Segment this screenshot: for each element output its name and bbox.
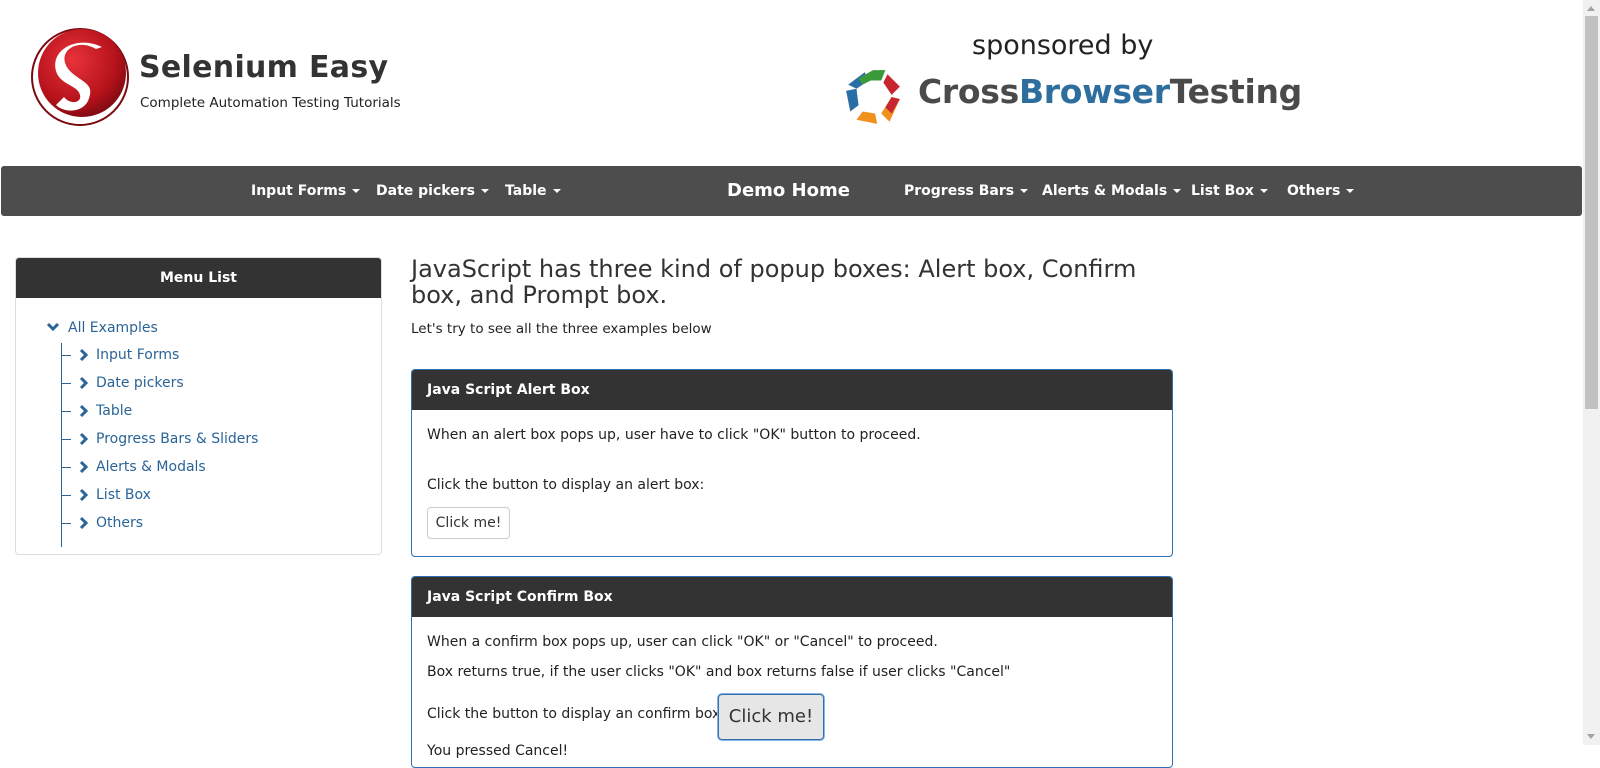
tree-connector <box>61 411 71 412</box>
tree-connector <box>61 343 62 547</box>
alert-instruction: Click the button to display an alert box… <box>427 477 705 493</box>
chevron-right-icon <box>79 488 89 502</box>
tree-item-label: Date pickers <box>96 375 184 391</box>
tree-connector <box>61 383 71 384</box>
alert-panel-title: Java Script Alert Box <box>412 370 1172 410</box>
chevron-right-icon <box>79 404 89 418</box>
nav-table[interactable]: Table <box>505 166 561 216</box>
site-title[interactable]: Selenium Easy <box>139 50 388 85</box>
nav-demo-home[interactable]: Demo Home <box>727 166 850 216</box>
menu-tree: All Examples Input Forms Date pickers Ta… <box>16 258 381 554</box>
tree-item-label: Progress Bars & Sliders <box>96 431 259 447</box>
sponsor-name-part: Testing <box>1169 72 1303 111</box>
menu-list-panel: Menu List All Examples Input Forms Date … <box>15 257 382 555</box>
selenium-easy-logo-icon <box>31 28 129 126</box>
page-subheading: Let's try to see all the three examples … <box>411 321 712 337</box>
tree-connector <box>61 355 71 356</box>
nav-label: Progress Bars <box>904 183 1015 199</box>
nav-others[interactable]: Others <box>1287 166 1355 216</box>
scroll-up-icon[interactable] <box>1587 6 1595 11</box>
tree-root-label: All Examples <box>68 320 158 336</box>
scrollbar-thumb[interactable] <box>1585 16 1598 409</box>
site-subtitle: Complete Automation Testing Tutorials <box>140 95 401 111</box>
confirm-panel-title: Java Script Confirm Box <box>412 577 1172 617</box>
confirm-description-1: When a confirm box pops up, user can cli… <box>427 634 938 650</box>
caret-down-icon <box>1173 189 1182 193</box>
chevron-down-icon <box>46 322 60 332</box>
caret-down-icon <box>480 189 489 193</box>
nav-label: Input Forms <box>251 183 347 199</box>
page-heading: JavaScript has three kind of popup boxes… <box>411 255 1137 309</box>
tree-item-label: Others <box>96 515 144 531</box>
nav-label: List Box <box>1191 183 1254 199</box>
tree-connector <box>61 495 71 496</box>
tree-connector <box>61 523 71 524</box>
nav-label: Others <box>1287 183 1341 199</box>
chevron-right-icon <box>79 376 89 390</box>
nav-alerts-modals[interactable]: Alerts & Modals <box>1042 166 1182 216</box>
chevron-right-icon <box>79 432 89 446</box>
nav-progress-bars[interactable]: Progress Bars <box>904 166 1029 216</box>
tree-connector <box>61 439 71 440</box>
sponsor-name[interactable]: CrossBrowserTesting <box>918 72 1302 111</box>
chevron-right-icon <box>79 516 89 530</box>
tree-item-label: Alerts & Modals <box>96 459 206 475</box>
sponsor-name-part: Browser <box>1018 72 1170 111</box>
sponsor-label: sponsored by <box>972 30 1154 61</box>
scroll-down-icon[interactable] <box>1587 734 1595 739</box>
confirm-description-2: Box returns true, if the user clicks "OK… <box>427 664 1011 680</box>
alert-click-me-button[interactable]: Click me! <box>427 507 510 539</box>
nav-label: Date pickers <box>376 183 475 199</box>
caret-down-icon <box>1020 189 1029 193</box>
caret-down-icon <box>1346 189 1355 193</box>
nav-date-pickers[interactable]: Date pickers <box>376 166 489 216</box>
caret-down-icon <box>352 189 361 193</box>
confirm-instruction: Click the button to display an confirm b… <box>427 706 726 722</box>
alert-description: When an alert box pops up, user have to … <box>427 427 921 443</box>
chevron-right-icon <box>79 460 89 474</box>
tree-item-label: Table <box>96 403 133 419</box>
confirm-result-text: You pressed Cancel! <box>427 743 569 759</box>
nav-input-forms[interactable]: Input Forms <box>251 166 361 216</box>
nav-label: Table <box>505 183 547 199</box>
chevron-right-icon <box>79 348 89 362</box>
tree-item-label: List Box <box>96 487 151 503</box>
nav-list-box[interactable]: List Box <box>1191 166 1268 216</box>
page-scrollbar[interactable] <box>1583 0 1600 745</box>
nav-label: Alerts & Modals <box>1042 183 1168 199</box>
confirm-box-panel: Java Script Confirm Box When a confirm b… <box>411 576 1173 768</box>
top-navbar: Input Forms Date pickers Table Demo Home… <box>1 166 1582 216</box>
tree-item-label: Input Forms <box>96 347 180 363</box>
sponsor-name-part: Cross <box>918 72 1019 111</box>
alert-box-panel: Java Script Alert Box When an alert box … <box>411 369 1173 557</box>
caret-down-icon <box>552 189 561 193</box>
caret-down-icon <box>1259 189 1268 193</box>
confirm-click-me-button[interactable]: Click me! <box>718 694 824 740</box>
tree-connector <box>61 467 71 468</box>
crossbrowsertesting-logo-icon[interactable] <box>842 66 904 128</box>
